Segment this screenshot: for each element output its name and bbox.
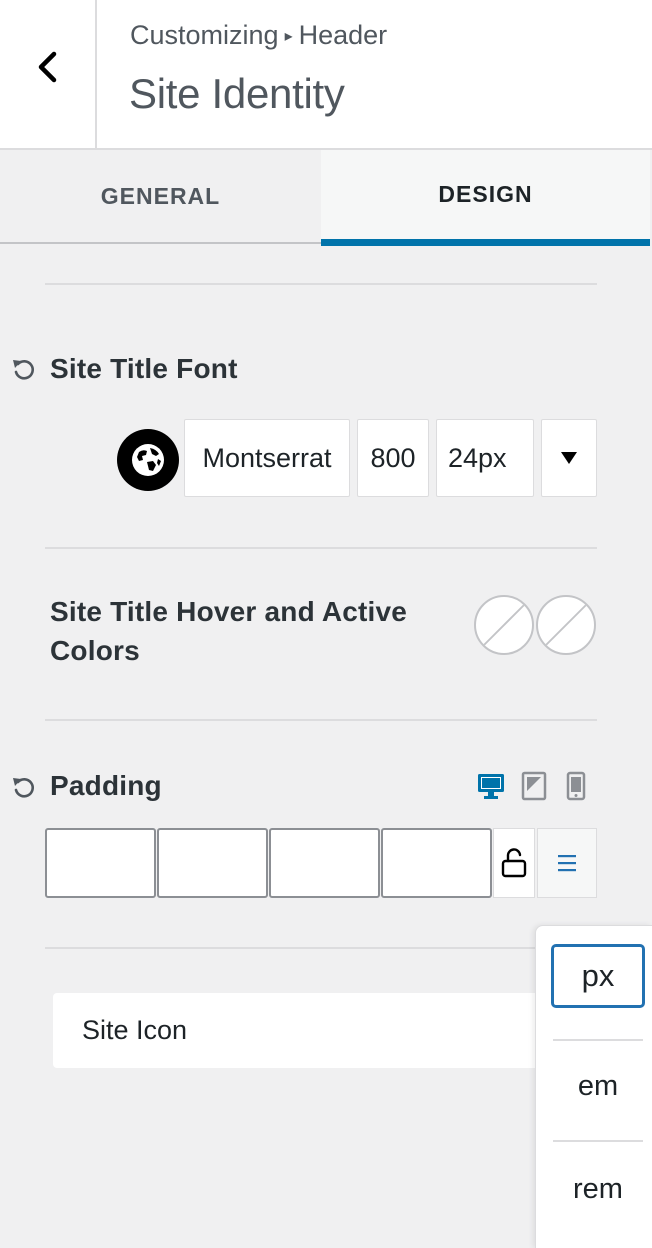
divider <box>45 547 597 549</box>
reset-icon[interactable] <box>11 357 37 383</box>
padding-top-input[interactable] <box>45 828 156 898</box>
hover-color-swatch[interactable] <box>474 595 534 655</box>
unit-option-px[interactable]: px <box>551 944 645 1008</box>
padding-units-toggle[interactable] <box>537 828 597 898</box>
font-library-button[interactable] <box>117 429 179 491</box>
menu-icon <box>558 855 576 872</box>
divider <box>553 1039 643 1041</box>
caret-down-icon <box>561 452 577 464</box>
font-options-toggle[interactable] <box>541 419 597 497</box>
chevron-left-icon <box>38 51 56 83</box>
divider <box>553 1140 643 1142</box>
divider <box>45 719 597 721</box>
padding-bottom-input[interactable] <box>269 828 380 898</box>
breadcrumb-separator: ▸ <box>284 28 293 45</box>
site-icon-label: Site Icon <box>82 1015 188 1045</box>
back-button[interactable] <box>0 0 97 148</box>
font-family-select[interactable]: Montserrat <box>184 419 350 497</box>
unit-option-em[interactable]: em <box>551 1056 645 1116</box>
font-weight-select[interactable]: 800 <box>357 419 429 497</box>
padding-label: Padding <box>50 770 162 801</box>
padding-left-input[interactable] <box>381 828 492 898</box>
divider <box>45 947 597 949</box>
mobile-icon[interactable] <box>561 771 591 801</box>
padding-right-input[interactable] <box>157 828 268 898</box>
customizer-header: Customizing ▸ Header Site Identity <box>0 0 652 150</box>
unlock-icon <box>501 848 527 878</box>
hover-colors-label-line1: Site Title Hover and Active <box>50 596 408 627</box>
breadcrumb: Customizing ▸ Header <box>130 20 387 51</box>
reset-icon[interactable] <box>11 775 37 801</box>
hover-colors-label-line2: Colors <box>50 635 140 666</box>
padding-link-toggle[interactable] <box>493 828 535 898</box>
tab-design[interactable]: DESIGN <box>321 150 650 246</box>
section-tabs: GENERAL DESIGN <box>0 150 652 246</box>
desktop-icon[interactable] <box>476 771 506 801</box>
globe-icon <box>132 444 164 476</box>
units-dropdown: px em rem <box>535 925 652 1248</box>
tablet-icon[interactable] <box>519 771 549 801</box>
page-title: Site Identity <box>129 70 345 117</box>
unit-option-rem[interactable]: rem <box>551 1158 645 1220</box>
breadcrumb-root: Customizing <box>130 20 279 50</box>
tab-general[interactable]: GENERAL <box>0 150 321 244</box>
breadcrumb-section: Header <box>298 20 388 50</box>
site-title-font-label: Site Title Font <box>50 353 238 384</box>
active-color-swatch[interactable] <box>536 595 596 655</box>
divider <box>45 283 597 285</box>
font-size-input[interactable]: 24px <box>436 419 534 497</box>
